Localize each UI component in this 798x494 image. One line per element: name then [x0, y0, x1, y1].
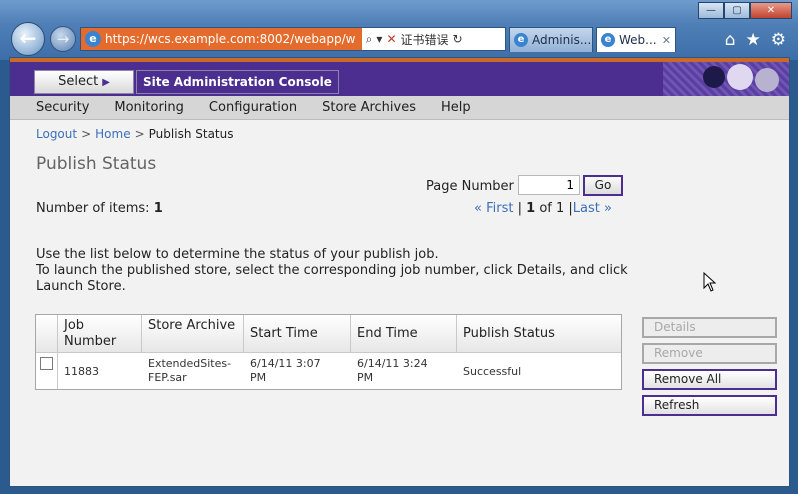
first-page-link[interactable]: « First [474, 201, 513, 216]
console-banner: Select ▶ Site Administration Console [10, 58, 789, 96]
first-page-label: First [486, 201, 514, 216]
cell-job-number: 11883 [64, 365, 99, 378]
search-icon[interactable]: ⌕ [366, 32, 373, 47]
decorative-circle [727, 64, 753, 90]
refresh-button[interactable]: Refresh [642, 395, 777, 416]
triangle-right-icon: ▶ [102, 77, 110, 88]
breadcrumb-separator: > [134, 127, 145, 141]
window-controls: — ▢ ✕ [698, 2, 792, 19]
minimize-button[interactable]: — [698, 2, 724, 19]
menu-store-archives[interactable]: Store Archives [322, 100, 416, 115]
double-chevron-right-icon: » [604, 201, 612, 216]
row-select-checkbox[interactable] [40, 357, 53, 370]
tab-label: Adminis... [532, 33, 592, 47]
publish-jobs-table: Job Number Store Archive Start Time End … [35, 314, 622, 390]
address-url-field[interactable]: e https://wcs.example.com:8002/webapp/wc… [81, 28, 362, 50]
breadcrumb-home-link[interactable]: Home [95, 127, 130, 141]
menu-monitoring[interactable]: Monitoring [114, 100, 184, 115]
page-number-label: Page Number [426, 179, 514, 194]
items-count: Number of items: 1 [36, 201, 163, 216]
column-header-job-number[interactable]: Job Number [64, 318, 134, 350]
stop-icon[interactable]: ✕ [386, 32, 396, 46]
cell-end-time: 6/14/11 3:24 PM [357, 357, 428, 384]
mouse-pointer-icon [703, 272, 717, 292]
url-path: :8002/webapp/wcs [255, 32, 355, 46]
page-number-input[interactable] [518, 175, 580, 195]
items-count-label: Number of items: [36, 201, 150, 216]
cell-store-archive: ExtendedSites-FEP.sar [148, 357, 232, 384]
pager-separator: | [517, 201, 522, 216]
column-divider [141, 315, 142, 353]
breadcrumb-current: Publish Status [148, 127, 234, 141]
go-button[interactable]: Go [583, 175, 623, 196]
instructions: Use the list below to determine the stat… [36, 247, 636, 295]
forward-button[interactable]: → [50, 26, 76, 52]
menu-configuration[interactable]: Configuration [209, 100, 297, 115]
home-icon[interactable]: ⌂ [725, 30, 736, 50]
breadcrumb-logout-link[interactable]: Logout [36, 127, 77, 141]
remove-button[interactable]: Remove [642, 343, 777, 364]
address-bar[interactable]: e https://wcs.example.com:8002/webapp/wc… [80, 27, 506, 51]
select-column [36, 315, 58, 389]
menu-security[interactable]: Security [36, 100, 89, 115]
refresh-icon[interactable]: ↻ [453, 32, 463, 46]
column-header-end-time[interactable]: End Time [357, 326, 418, 342]
pager-navigation: « First | 1 of 1 |Last » [474, 201, 612, 216]
decorative-circle [755, 68, 779, 92]
url-host: wcs.example.com [148, 32, 256, 46]
address-url-text[interactable]: https://wcs.example.com:8002/webapp/wcs [105, 32, 355, 46]
tab-label: Web... [619, 33, 657, 47]
instructions-line-2: To launch the published store, select th… [36, 263, 628, 294]
maximize-button[interactable]: ▢ [724, 2, 750, 19]
cell-publish-status: Successful [463, 365, 522, 378]
column-divider [350, 315, 351, 353]
current-page-number: 1 [526, 201, 536, 216]
main-menu: Security Monitoring Configuration Store … [10, 96, 789, 120]
console-title: Site Administration Console [136, 70, 339, 94]
arrow-left-icon: ← [19, 26, 37, 50]
browser-chrome: — ▢ ✕ ← → e https://wcs.example.com:8002… [0, 0, 798, 60]
instructions-line-1: Use the list below to determine the stat… [36, 247, 439, 262]
favorites-star-icon[interactable]: ★ [746, 30, 761, 50]
menu-help[interactable]: Help [441, 100, 471, 115]
remove-all-button[interactable]: Remove All [642, 369, 777, 390]
last-page-label: Last [572, 201, 600, 216]
column-header-store-archive[interactable]: Store Archive [148, 318, 238, 334]
details-button[interactable]: Details [642, 317, 777, 338]
select-button[interactable]: Select ▶ [34, 70, 134, 94]
close-tab-icon[interactable]: ✕ [662, 34, 671, 47]
select-button-label: Select [58, 74, 99, 89]
banner-decoration [663, 62, 789, 96]
column-header-publish-status[interactable]: Publish Status [463, 326, 555, 342]
ie-page-icon: e [85, 31, 101, 47]
column-header-start-time[interactable]: Start Time [250, 326, 318, 342]
browser-tab-web[interactable]: e Web... ✕ [596, 27, 676, 52]
table-header: Job Number Store Archive Start Time End … [36, 315, 621, 353]
breadcrumb-separator: > [81, 127, 92, 141]
close-window-button[interactable]: ✕ [750, 2, 792, 19]
browser-tab-admin[interactable]: e Adminis... [509, 27, 593, 52]
chevron-down-icon[interactable]: ▾ [376, 32, 382, 46]
ie-tab-icon: e [514, 33, 528, 47]
certificate-error-badge[interactable]: 证书错误 [401, 31, 449, 48]
cell-start-time: 6/14/11 3:07 PM [250, 357, 321, 384]
url-prefix: https:// [105, 32, 149, 46]
page-of-total: of 1 [539, 201, 565, 216]
breadcrumb: Logout > Home > Publish Status [36, 127, 233, 141]
column-divider [243, 315, 244, 353]
column-divider [456, 315, 457, 353]
ie-tab-icon: e [601, 33, 615, 47]
last-page-link[interactable]: Last » [573, 201, 612, 216]
double-chevron-left-icon: « [474, 201, 482, 216]
arrow-right-icon: → [56, 30, 70, 48]
address-tools: ⌕ ▾ ✕ 证书错误 ↻ [362, 31, 505, 48]
decorative-circle [703, 66, 725, 88]
page-viewport: Select ▶ Site Administration Console Secu… [9, 57, 790, 487]
items-count-value: 1 [153, 201, 163, 216]
back-button[interactable]: ← [11, 22, 45, 56]
browser-toolbar: ⌂ ★ ⚙ [725, 30, 786, 50]
gear-icon[interactable]: ⚙ [771, 30, 786, 50]
page-title: Publish Status [36, 154, 157, 174]
